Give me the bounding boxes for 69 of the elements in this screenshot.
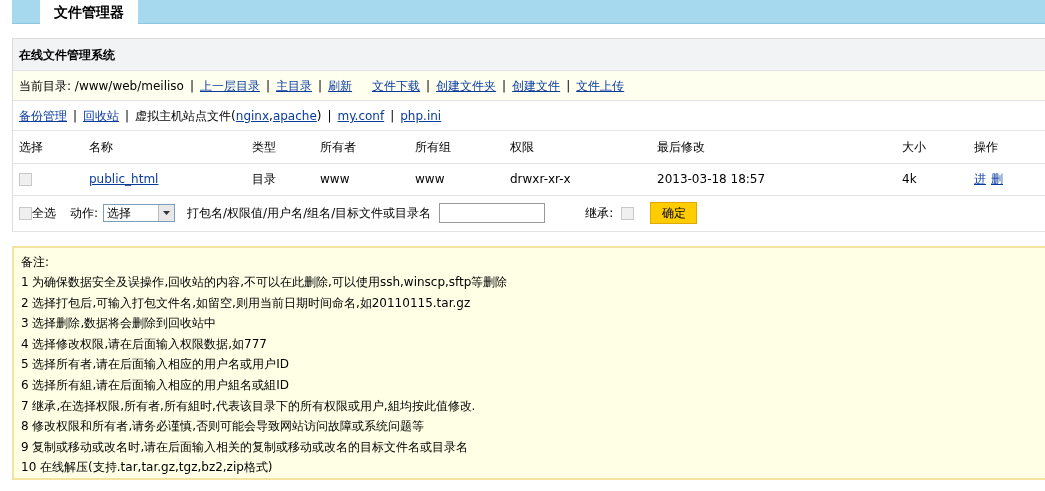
- toolbar-link[interactable]: 文件下载: [372, 79, 421, 93]
- separator: |: [426, 79, 431, 93]
- action-link[interactable]: 进: [974, 172, 986, 186]
- toolbar-link[interactable]: my.conf: [337, 109, 385, 123]
- table-cell: www: [314, 163, 409, 195]
- tab[interactable]: 文件管理器: [40, 0, 138, 24]
- toolbar-link[interactable]: nginx: [235, 109, 270, 123]
- toolbar-link[interactable]: 文件上传: [576, 79, 625, 93]
- note-line: 6 选择所有組,请在后面输入相应的用户組名或組ID: [21, 377, 291, 395]
- bar-label: 当前目录: /www/web/meiliso: [19, 79, 184, 93]
- toolbar-link[interactable]: 创建文件: [512, 79, 561, 93]
- column-header: 所有组: [409, 131, 504, 163]
- table-cell: 4k: [896, 163, 968, 195]
- select-all-label: 全选: [32, 205, 56, 222]
- note-line: 2 选择打包后,可输入打包文件名,如留空,则用当前日期时间命名,如20110115.tar.gz: [21, 294, 472, 312]
- table-cell: 目录: [246, 163, 314, 195]
- inherit-checkbox[interactable]: [621, 206, 635, 220]
- note-line: 5 选择所有者,请在后面输入相应的用户名或用户ID: [21, 356, 291, 374]
- toolbar-link[interactable]: apache: [272, 109, 317, 123]
- bar-label: ,: [269, 109, 273, 123]
- separator: |: [189, 79, 194, 93]
- note-line: 3 选择删除,数据将会删除到回收站中: [21, 315, 218, 333]
- table-cell: 2013-03-18 18:57: [651, 163, 896, 195]
- column-header: 操作: [968, 131, 1045, 163]
- table-cell: drwxr-xr-x: [504, 163, 651, 195]
- row-checkbox[interactable]: [19, 173, 32, 186]
- action-label: 动作:: [70, 205, 99, 222]
- target-label: 打包名/权限值/用户名/组名/目标文件或目录名: [187, 205, 432, 222]
- note-line: 1 为确保数据安全及误操作,回收站的内容,不可以在此删除,可以使用ssh,winscp,sftp等删除: [21, 274, 509, 292]
- column-header: 选择: [13, 131, 83, 163]
- separator: |: [566, 79, 571, 93]
- note-line: 7 继承,在选择权限,所有者,所有組时,代表该目录下的所有权限或用户,組均按此值修改.: [21, 397, 477, 415]
- column-header: 所有者: [314, 131, 409, 163]
- bar-label: ): [316, 109, 322, 123]
- action-link[interactable]: 删: [991, 172, 1003, 186]
- separator: |: [73, 109, 78, 123]
- note-line: 4 选择修改权限,请在后面输入权限数据,如777: [21, 335, 268, 353]
- select-all-checkbox[interactable]: [19, 206, 32, 220]
- column-header: 权限: [504, 131, 651, 163]
- toolbar-link[interactable]: 主目录: [276, 79, 312, 93]
- toolbar-link[interactable]: 刷新: [328, 79, 353, 93]
- note-line: 8 修改权限和所有者,请务必谨慎,否则可能会导致网站访问故障或系统问题等: [21, 418, 426, 436]
- note-line: 9 复制或移动或改名时,请在后面输入相关的复制或移动或改名的目标文件名或目录名: [21, 438, 470, 456]
- table-cell: www: [409, 163, 504, 195]
- toolbar-link[interactable]: 回收站: [83, 109, 120, 123]
- separator: |: [390, 109, 395, 123]
- toolbar-link[interactable]: php.ini: [400, 109, 442, 123]
- confirm-button[interactable]: 确定: [650, 202, 698, 224]
- file-link[interactable]: public_html: [89, 172, 159, 186]
- column-header: 名称: [83, 131, 246, 163]
- toolbar-link[interactable]: 上一层目录: [199, 79, 260, 93]
- separator: |: [327, 109, 332, 123]
- separator: |: [318, 79, 323, 93]
- column-header: 类型: [246, 131, 314, 163]
- note-line: 10 在线解压(支持.tar,tar.gz,tgz,bz2,zip格式): [21, 459, 274, 477]
- separator: |: [265, 79, 270, 93]
- panel-title: 在线文件管理系统: [13, 39, 1045, 71]
- notes-title: 备注:: [21, 253, 51, 271]
- action-dropdown[interactable]: 选择: [103, 204, 176, 222]
- toolbar-link[interactable]: 备份管理: [19, 109, 67, 123]
- separator: |: [502, 79, 507, 93]
- inherit-label: 继承:: [585, 205, 614, 222]
- column-header: 最后修改: [651, 131, 896, 163]
- caret-icon: [163, 211, 171, 215]
- separator: |: [125, 109, 130, 123]
- bar-label: 虚拟主机站点文件(: [135, 109, 236, 123]
- column-header: 大小: [896, 131, 968, 163]
- toolbar-link[interactable]: 创建文件夹: [436, 79, 497, 93]
- target-input[interactable]: [439, 203, 546, 223]
